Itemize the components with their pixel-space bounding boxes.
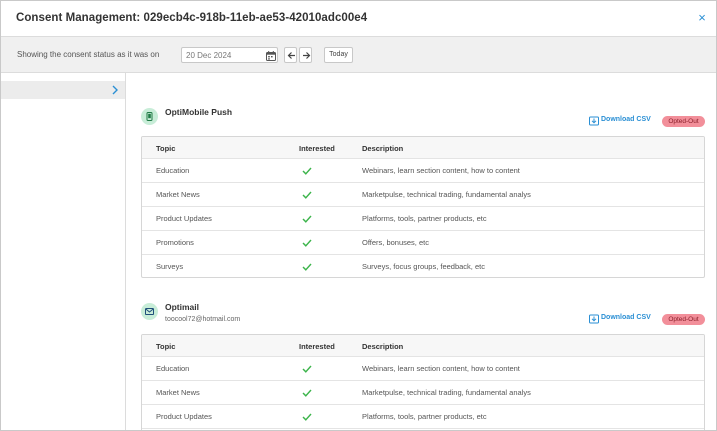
column-description: Description <box>362 144 404 153</box>
modal-header: Consent Management: 029ecb4c-918b-11eb-a… <box>1 1 716 37</box>
column-topic: Topic <box>156 342 176 351</box>
status-badge: Opted-Out <box>662 116 705 127</box>
download-icon <box>589 314 599 324</box>
download-csv-button[interactable]: Download CSV <box>589 115 653 127</box>
status-label: Showing the consent status as it was on <box>17 50 160 59</box>
download-csv-label: Download CSV <box>601 116 651 123</box>
check-icon <box>302 413 312 421</box>
table-row: Product Updates Platforms, tools, partne… <box>142 206 704 230</box>
channel-email: toocool72@hotmail.com <box>165 316 241 323</box>
check-icon <box>302 263 312 271</box>
column-topic: Topic <box>156 144 176 153</box>
description-cell: Offers, bonuses, etc <box>362 238 429 247</box>
description-cell: Webinars, learn section content, how to … <box>362 364 520 373</box>
table-header: Topic Interested Description <box>142 137 704 158</box>
topic-cell: Market News <box>156 190 200 199</box>
table-row: Market News Marketpulse, technical tradi… <box>142 380 704 404</box>
channels-panel: OptiMobile Push Download CSV Opted-Out T… <box>127 73 716 430</box>
topic-cell: Product Updates <box>156 214 212 223</box>
table-row: Market News Marketpulse, technical tradi… <box>142 182 704 206</box>
topic-cell: Market News <box>156 388 200 397</box>
arrow-right-icon <box>303 52 311 59</box>
date-value: 20 Dec 2024 <box>186 51 232 60</box>
download-csv-button[interactable]: Download CSV <box>589 313 653 325</box>
channel-name: Optimail <box>165 302 200 312</box>
date-status-bar: Showing the consent status as it was on <box>1 37 716 73</box>
topics-table: Topic Interested Description Education W… <box>141 136 705 278</box>
check-icon <box>302 191 312 199</box>
download-csv-label: Download CSV <box>601 314 651 321</box>
table-row: Education Webinars, learn section conten… <box>142 356 704 380</box>
topic-cell: Surveys <box>156 262 184 271</box>
table-row: Product Updates Platforms, tools, partne… <box>142 404 704 428</box>
topics-table: Topic Interested Description Education W… <box>141 334 705 430</box>
table-row: Surveys Surveys, focus groups, feedback,… <box>142 254 704 277</box>
table-row: Education Webinars, learn section conten… <box>142 158 704 182</box>
arrow-left-icon <box>287 52 295 59</box>
close-icon[interactable]: × <box>696 11 708 25</box>
table-header: Topic Interested Description <box>142 335 704 356</box>
topic-cell: Product Updates <box>156 412 212 421</box>
description-cell: Marketpulse, technical trading, fundamen… <box>362 190 531 199</box>
check-icon <box>302 239 312 247</box>
channel-mail-icon-badge <box>141 303 158 320</box>
check-icon <box>302 215 312 223</box>
envelope-icon <box>145 308 154 315</box>
sidebar-item-selected[interactable] <box>1 81 125 99</box>
check-icon <box>302 389 312 397</box>
column-description: Description <box>362 342 404 351</box>
modal-title: Consent Management: 029ecb4c-918b-11eb-a… <box>16 12 368 24</box>
status-badge: Opted-Out <box>662 314 705 325</box>
channel-name: OptiMobile Push <box>165 107 233 117</box>
today-button[interactable]: Today <box>324 47 353 63</box>
chevron-right-icon <box>112 85 118 95</box>
topic-cell: Education <box>156 166 190 175</box>
consent-management-modal: Consent Management: 029ecb4c-918b-11eb-a… <box>0 0 717 431</box>
topic-cell: Education <box>156 364 190 373</box>
sidebar <box>1 73 126 430</box>
description-cell: Platforms, tools, partner products, etc <box>362 214 487 223</box>
description-cell: Marketpulse, technical trading, fundamen… <box>362 388 531 397</box>
description-cell: Surveys, focus groups, feedback, etc <box>362 262 485 271</box>
check-icon <box>302 365 312 373</box>
next-date-button[interactable] <box>299 47 312 63</box>
calendar-icon[interactable] <box>266 51 276 61</box>
previous-date-button[interactable] <box>284 47 297 63</box>
topic-cell: Promotions <box>156 238 194 247</box>
table-row: Promotions Offers, bonuses, etc <box>142 230 704 254</box>
column-interested: Interested <box>299 144 335 153</box>
description-cell: Platforms, tools, partner products, etc <box>362 412 487 421</box>
mobile-icon <box>146 112 153 121</box>
check-icon <box>302 167 312 175</box>
download-icon <box>589 116 599 126</box>
description-cell: Webinars, learn section content, how to … <box>362 166 520 175</box>
date-picker-input[interactable]: 20 Dec 2024 <box>181 47 278 63</box>
column-interested: Interested <box>299 342 335 351</box>
channel-push-icon-badge <box>141 108 158 125</box>
